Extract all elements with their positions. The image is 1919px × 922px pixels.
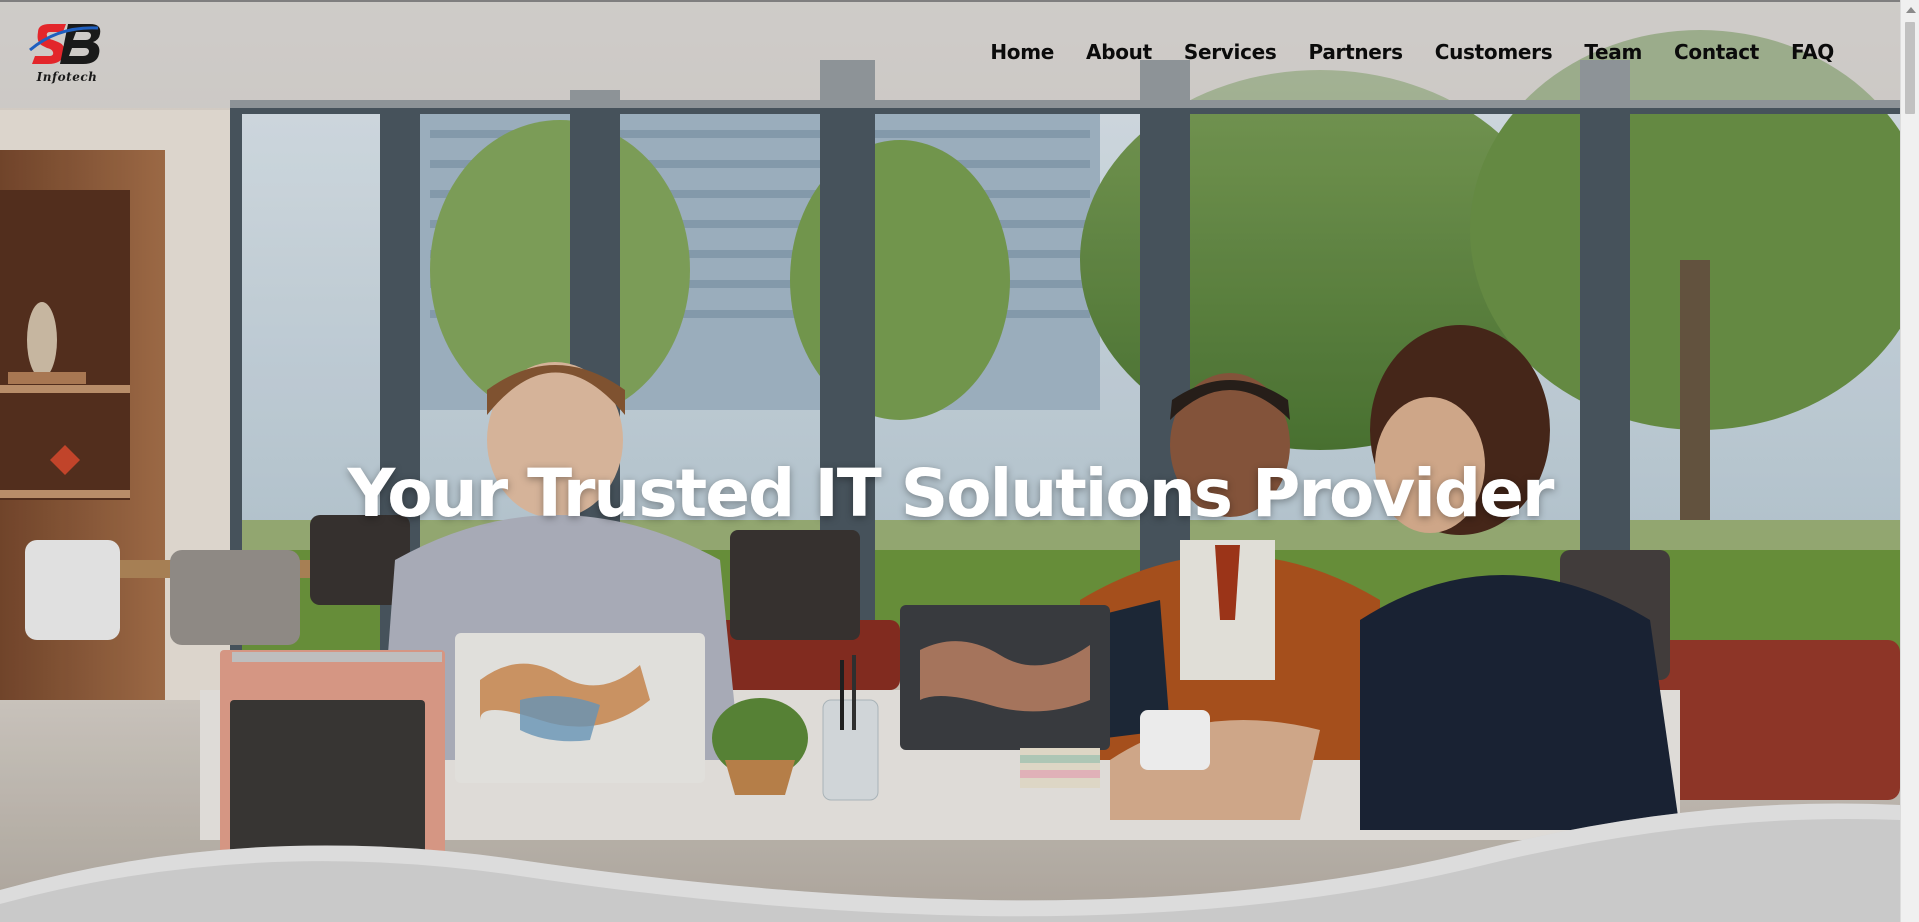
sb-logo-icon: [29, 24, 101, 64]
hero-bottom-wave: [0, 803, 1900, 922]
scroll-thumb[interactable]: [1905, 22, 1915, 114]
nav-team[interactable]: Team: [1568, 38, 1658, 66]
page-viewport: Infotech Home About Services Partners Cu…: [0, 0, 1919, 922]
page-scrollbar[interactable]: [1900, 0, 1919, 922]
nav-services[interactable]: Services: [1168, 38, 1293, 66]
brand-logo[interactable]: Infotech: [28, 20, 106, 90]
nav-partners[interactable]: Partners: [1293, 38, 1419, 66]
logo-text: Infotech: [36, 70, 98, 84]
nav-faq[interactable]: FAQ: [1775, 38, 1850, 66]
scroll-up-icon[interactable]: [1906, 7, 1916, 13]
nav-home[interactable]: Home: [974, 38, 1070, 66]
site-header: Infotech Home About Services Partners Cu…: [0, 0, 1900, 108]
main-nav: Home About Services Partners Customers T…: [974, 38, 1850, 66]
nav-customers[interactable]: Customers: [1419, 38, 1569, 66]
nav-contact[interactable]: Contact: [1658, 38, 1775, 66]
hero-headline: Your Trusted IT Solutions Provider: [347, 455, 1555, 533]
nav-about[interactable]: About: [1070, 38, 1168, 66]
